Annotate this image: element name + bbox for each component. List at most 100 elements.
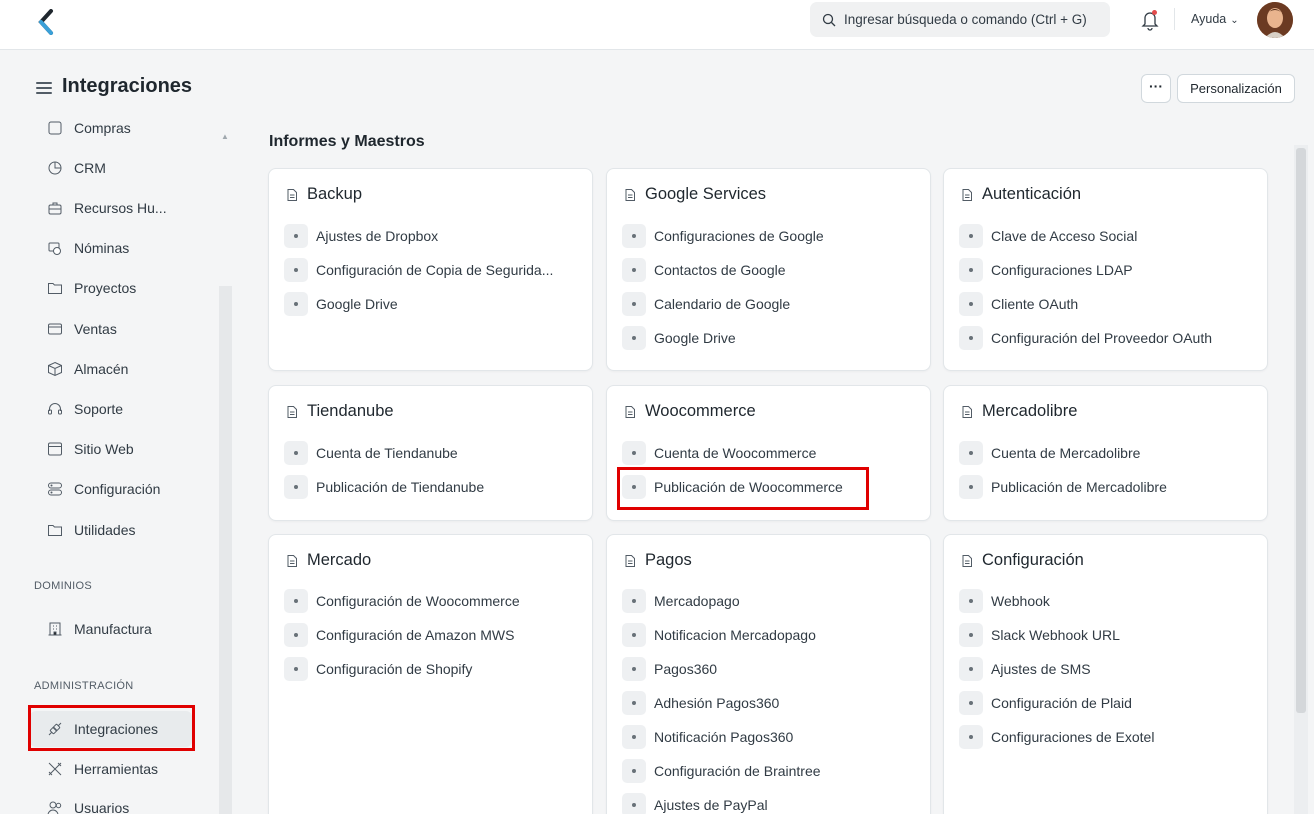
link-google-drive-backup[interactable]: Google Drive xyxy=(284,292,398,316)
notification-bell-icon[interactable] xyxy=(1140,9,1160,31)
sidebar-item-soporte[interactable]: Soporte xyxy=(30,391,192,427)
sidebar-item-almacen[interactable]: Almacén xyxy=(30,351,192,387)
search-icon xyxy=(822,13,836,26)
link-configuraciones-ldap[interactable]: Configuraciones LDAP xyxy=(959,258,1133,282)
sidebar-item-proyectos[interactable]: Proyectos xyxy=(30,270,192,306)
link-cuenta-mercadolibre[interactable]: Cuenta de Mercadolibre xyxy=(959,441,1140,465)
chevron-down-icon: ⌄ xyxy=(1230,15,1239,26)
link-mercadopago[interactable]: Mercadopago xyxy=(622,589,740,613)
card-pagos: Pagos Mercadopago Notificacion Mercadopa… xyxy=(606,534,931,814)
link-configuracion-braintree[interactable]: Configuración de Braintree xyxy=(622,759,821,783)
sidebar-item-utilidades[interactable]: Utilidades xyxy=(30,512,192,548)
link-label: Notificación Pagos360 xyxy=(654,729,794,745)
link-publicacion-tiendanube[interactable]: Publicación de Tiendanube xyxy=(284,475,484,499)
link-configuracion-woocommerce[interactable]: Configuración de Woocommerce xyxy=(284,589,520,613)
bullet-icon xyxy=(959,441,983,465)
help-dropdown[interactable]: Ayuda ⌄ xyxy=(1191,12,1239,26)
link-publicacion-woocommerce[interactable]: Publicación de Woocommerce xyxy=(622,475,843,499)
card-title: Pagos xyxy=(645,551,692,569)
link-webhook[interactable]: Webhook xyxy=(959,589,1050,613)
link-label: Configuración de Braintree xyxy=(654,763,821,779)
link-ajustes-sms[interactable]: Ajustes de SMS xyxy=(959,657,1091,681)
bullet-icon xyxy=(959,691,983,715)
link-label: Cliente OAuth xyxy=(991,296,1079,312)
card-header: Mercado xyxy=(285,551,371,570)
sidebar-item-usuarios[interactable]: Usuarios xyxy=(30,790,192,814)
link-publicacion-mercadolibre[interactable]: Publicación de Mercadolibre xyxy=(959,475,1167,499)
link-configuraciones-exotel[interactable]: Configuraciones de Exotel xyxy=(959,725,1154,749)
sidebar-item-label: Compras xyxy=(74,120,131,136)
page-title: Integraciones xyxy=(62,75,193,97)
link-cuenta-woocommerce[interactable]: Cuenta de Woocommerce xyxy=(622,441,816,465)
link-label: Configuración de Woocommerce xyxy=(316,593,520,609)
link-notificacion-mercadopago[interactable]: Notificacion Mercadopago xyxy=(622,623,816,647)
sidebar-item-configuracion[interactable]: Configuración xyxy=(30,471,192,507)
link-calendario-google[interactable]: Calendario de Google xyxy=(622,292,790,316)
link-configuracion-shopify[interactable]: Configuración de Shopify xyxy=(284,657,472,681)
link-cliente-oauth[interactable]: Cliente OAuth xyxy=(959,292,1078,316)
folder-icon xyxy=(46,279,64,297)
link-clave-acceso-social[interactable]: Clave de Acceso Social xyxy=(959,224,1137,248)
link-label: Ajustes de PayPal xyxy=(654,797,768,813)
scroll-up-arrow-icon[interactable]: ▲ xyxy=(221,132,229,141)
bullet-icon xyxy=(622,793,646,814)
crm-icon xyxy=(46,159,64,177)
sidebar-item-nominas[interactable]: Nóminas xyxy=(30,230,192,266)
main-scrollbar-thumb[interactable] xyxy=(1296,148,1306,713)
link-slack-webhook-url[interactable]: Slack Webhook URL xyxy=(959,623,1120,647)
link-label: Publicación de Mercadolibre xyxy=(991,479,1167,495)
headset-icon xyxy=(46,400,64,418)
sidebar-item-label: Sitio Web xyxy=(74,441,134,457)
card-header: Tiendanube xyxy=(285,402,394,421)
card-header: Google Services xyxy=(623,185,766,204)
sidebar-item-manufactura[interactable]: Manufactura xyxy=(30,611,192,647)
bullet-icon xyxy=(622,589,646,613)
sidebar-item-ventas[interactable]: Ventas xyxy=(30,311,192,347)
link-label: Configuración de Copia de Segurida... xyxy=(316,262,554,278)
card-title: Mercadolibre xyxy=(982,402,1078,420)
sidebar-scrollbar[interactable] xyxy=(219,286,232,814)
sidebar-item-integraciones[interactable]: Integraciones xyxy=(30,711,192,747)
sidebar-item-herramientas[interactable]: Herramientas xyxy=(30,751,192,787)
link-configuracion-amazon-mws[interactable]: Configuración de Amazon MWS xyxy=(284,623,514,647)
link-label: Cuenta de Woocommerce xyxy=(654,445,817,461)
document-icon xyxy=(287,554,297,567)
bullet-icon xyxy=(622,657,646,681)
user-avatar[interactable] xyxy=(1257,2,1293,38)
sidebar-item-compras[interactable]: Compras xyxy=(30,118,192,146)
hamburger-menu-icon[interactable] xyxy=(36,82,52,96)
link-configuracion-copia-seguridad[interactable]: Configuración de Copia de Segurida... xyxy=(284,258,553,282)
sidebar-item-sitio-web[interactable]: Sitio Web xyxy=(30,431,192,467)
document-icon xyxy=(625,554,635,567)
sidebar-item-label: Herramientas xyxy=(74,761,159,777)
more-options-button[interactable]: ··· xyxy=(1141,74,1171,103)
sidebar-item-label: Proyectos xyxy=(74,280,137,296)
box-icon xyxy=(46,360,64,378)
sidebar-item-label: Manufactura xyxy=(74,621,152,637)
sidebar-item-recursos-humanos[interactable]: Recursos Hu... xyxy=(30,190,192,226)
link-adhesion-pagos360[interactable]: Adhesión Pagos360 xyxy=(622,691,779,715)
link-cuenta-tiendanube[interactable]: Cuenta de Tiendanube xyxy=(284,441,458,465)
link-label: Ajustes de SMS xyxy=(991,661,1091,677)
search-input[interactable]: Ingresar búsqueda o comando (Ctrl + G) xyxy=(810,2,1110,37)
link-contactos-google[interactable]: Contactos de Google xyxy=(622,258,786,282)
link-google-drive[interactable]: Google Drive xyxy=(622,326,736,350)
link-label: Configuraciones LDAP xyxy=(991,262,1133,278)
link-ajustes-dropbox[interactable]: Ajustes de Dropbox xyxy=(284,224,438,248)
link-configuracion-proveedor-oauth[interactable]: Configuración del Proveedor OAuth xyxy=(959,326,1212,350)
app-logo-icon[interactable] xyxy=(36,9,56,35)
link-configuraciones-google[interactable]: Configuraciones de Google xyxy=(622,224,824,248)
link-label: Webhook xyxy=(991,593,1050,609)
customize-button[interactable]: Personalización xyxy=(1177,74,1295,103)
link-label: Configuración de Plaid xyxy=(991,695,1132,711)
bullet-icon xyxy=(622,691,646,715)
link-ajustes-paypal[interactable]: Ajustes de PayPal xyxy=(622,793,768,814)
document-icon xyxy=(625,405,635,418)
card-header: Configuración xyxy=(960,551,1084,570)
link-configuracion-plaid[interactable]: Configuración de Plaid xyxy=(959,691,1132,715)
sales-icon xyxy=(46,320,64,338)
link-notificacion-pagos360[interactable]: Notificación Pagos360 xyxy=(622,725,793,749)
link-label: Contactos de Google xyxy=(654,262,786,278)
sidebar-item-crm[interactable]: CRM xyxy=(30,150,192,186)
link-pagos360[interactable]: Pagos360 xyxy=(622,657,717,681)
